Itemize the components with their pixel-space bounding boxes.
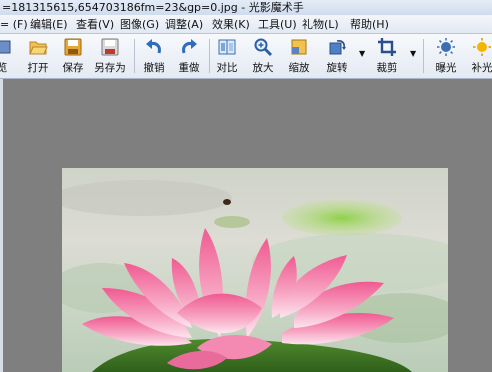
toolbar: 览 打开 保存 另存为 撤销 重做 对比 放大 缩放 旋转 ▼ 裁剪 ▼ 曝光 … [0, 34, 492, 79]
save-label: 保存 [62, 62, 84, 74]
title-bar: =181315615,654703186fm=23&gp=0.jpg - 光影魔… [0, 0, 492, 15]
fill-light-button[interactable]: 补光 [468, 34, 492, 78]
resize-button[interactable]: 缩放 [284, 34, 314, 78]
fill-light-label: 补光 [471, 62, 492, 74]
menu-bar: = (F) 编辑(E) 查看(V) 图像(G) 调整(A) 效果(K) 工具(U… [0, 15, 492, 34]
zoom-in-icon [254, 38, 273, 57]
crop-label: 裁剪 [376, 62, 398, 74]
window-title: =181315615,654703186fm=23&gp=0.jpg - 光影魔… [2, 1, 304, 14]
crop-icon [378, 38, 396, 56]
save-as-label: 另存为 [94, 62, 126, 74]
open-button[interactable]: 打开 [23, 34, 53, 78]
exposure-icon [437, 38, 455, 56]
menu-gifts[interactable]: 礼物(L) [302, 15, 339, 34]
resize-icon [291, 39, 307, 55]
rotate-icon [329, 40, 346, 55]
zoom-in-label: 放大 [252, 62, 274, 74]
undo-icon [146, 39, 161, 54]
browse-icon [0, 40, 11, 54]
menu-tools[interactable]: 工具(U) [258, 15, 297, 34]
resize-label: 缩放 [288, 62, 310, 74]
redo-icon [182, 39, 197, 54]
rotate-dropdown-chevron-icon[interactable]: ▼ [359, 49, 365, 58]
menu-view[interactable]: 查看(V) [76, 15, 114, 34]
compare-icon [218, 39, 236, 55]
zoom-in-button[interactable]: 放大 [248, 34, 278, 78]
menu-effects[interactable]: 效果(K) [212, 15, 250, 34]
menu-image[interactable]: 图像(G) [120, 15, 159, 34]
left-panel-edge [0, 79, 3, 372]
menu-adjust[interactable]: 调整(A) [165, 15, 203, 34]
compare-button[interactable]: 对比 [212, 34, 242, 78]
crop-button[interactable]: 裁剪 [372, 34, 402, 78]
menu-help[interactable]: 帮助(H) [350, 15, 389, 34]
redo-button[interactable]: 重做 [174, 34, 204, 78]
menu-edit[interactable]: 编辑(E) [30, 15, 68, 34]
undo-button[interactable]: 撤销 [139, 34, 169, 78]
fill-light-icon [473, 38, 491, 56]
menu-file[interactable]: = (F) [0, 15, 28, 34]
toolbar-separator [423, 39, 424, 73]
undo-label: 撤销 [143, 62, 165, 74]
toolbar-separator [209, 39, 210, 73]
save-icon [64, 38, 82, 56]
exposure-button[interactable]: 曝光 [432, 34, 460, 78]
rotate-button[interactable]: 旋转 [322, 34, 352, 78]
lotus-image [62, 168, 448, 372]
exposure-label: 曝光 [435, 62, 457, 74]
lotus-photo [62, 168, 448, 372]
folder-open-icon [29, 41, 48, 55]
compare-label: 对比 [216, 62, 238, 74]
toolbar-separator [134, 39, 135, 73]
browse-label: 览 [0, 62, 8, 74]
open-label: 打开 [27, 62, 49, 74]
browse-button[interactable]: 览 [0, 34, 12, 78]
save-as-button[interactable]: 另存为 [90, 34, 130, 78]
redo-label: 重做 [178, 62, 200, 74]
crop-dropdown-chevron-icon[interactable]: ▼ [410, 49, 416, 58]
rotate-label: 旋转 [326, 62, 348, 74]
save-as-icon [101, 38, 119, 56]
save-button[interactable]: 保存 [58, 34, 88, 78]
